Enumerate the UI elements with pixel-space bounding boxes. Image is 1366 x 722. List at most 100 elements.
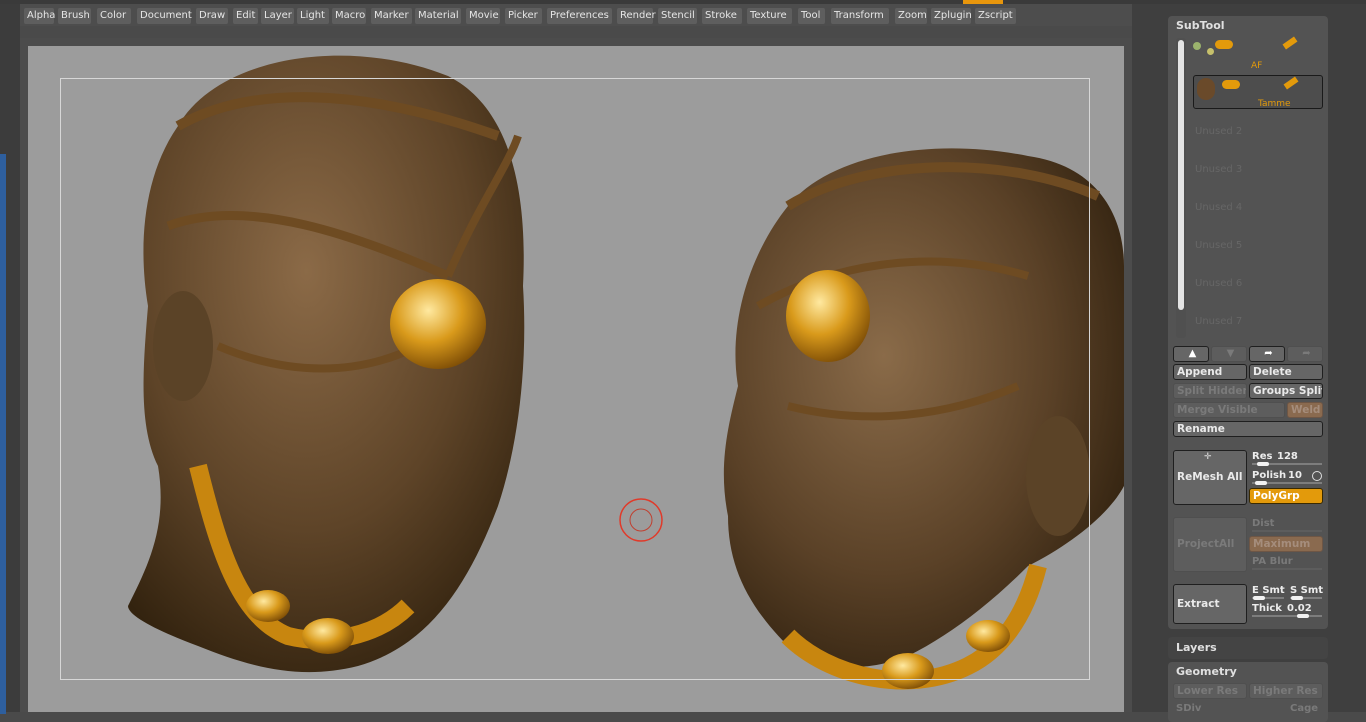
menu-item-color[interactable]: Color — [97, 8, 131, 24]
menu-item-edit[interactable]: Edit — [233, 8, 258, 24]
move-up-button[interactable]: ▲ — [1173, 346, 1209, 362]
extract-button[interactable]: Extract — [1173, 584, 1247, 624]
geometry-title[interactable]: Geometry — [1176, 665, 1237, 678]
polygrp-toggle[interactable]: PolyGrp — [1249, 488, 1323, 504]
menu-item-marker[interactable]: Marker — [371, 8, 412, 24]
polish-toggle-icon[interactable] — [1312, 471, 1322, 481]
brush-icon[interactable] — [1283, 76, 1299, 90]
subtool-label: Unused 3 — [1195, 164, 1243, 175]
weld-button[interactable]: Weld — [1287, 402, 1323, 418]
menu-item-zoom[interactable]: Zoom — [895, 8, 927, 24]
menu-item-texture[interactable]: Texture — [747, 8, 792, 24]
polish-label: Polish — [1252, 470, 1287, 481]
subtool-label: Unused 6 — [1195, 278, 1243, 289]
scroll-thumb[interactable] — [1178, 40, 1184, 310]
arrow-right-icon: ➦ — [1264, 348, 1273, 359]
ball-icon — [1207, 48, 1214, 55]
left-accent — [0, 154, 6, 714]
res-value: 128 — [1277, 451, 1298, 462]
subtool-scrollbar[interactable] — [1176, 38, 1186, 338]
menu-item-macro[interactable]: Macro — [332, 8, 366, 24]
e-smt-slider-handle[interactable] — [1253, 596, 1265, 600]
pa-blur-slider[interactable] — [1252, 568, 1322, 570]
menu-item-draw[interactable]: Draw — [196, 8, 228, 24]
subtool-slot-empty[interactable]: Unused 2 — [1193, 114, 1323, 148]
layers-title[interactable]: Layers — [1176, 641, 1217, 654]
delete-button[interactable]: Delete — [1249, 364, 1323, 380]
remesh-icon: ✛ — [1204, 452, 1212, 462]
subtool-slot-empty[interactable]: Unused 5 — [1193, 228, 1323, 262]
subtool-slot-empty[interactable]: Unused 3 — [1193, 152, 1323, 186]
append-button[interactable]: Append — [1173, 364, 1247, 380]
move-down-button[interactable]: ▼ — [1211, 346, 1247, 362]
subtool-label: Unused 4 — [1195, 202, 1243, 213]
subtool-label: Unused 2 — [1195, 126, 1243, 137]
arrow-down-icon: ▼ — [1226, 348, 1235, 359]
pa-blur-label: PA Blur — [1252, 556, 1293, 567]
lower-res-button[interactable]: Lower Res — [1173, 683, 1247, 699]
menu-item-movie[interactable]: Movie — [466, 8, 500, 24]
menu-item-stroke[interactable]: Stroke — [702, 8, 742, 24]
s-smt-label: S Smt — [1290, 585, 1324, 596]
split-hidden-button[interactable]: Split Hidden — [1173, 383, 1247, 399]
subtool-slot-tamme[interactable]: Tamme — [1193, 75, 1323, 109]
subtool-label: AF — [1251, 61, 1263, 71]
subtool-title[interactable]: SubTool — [1176, 19, 1225, 32]
visibility-toggle-icon[interactable] — [1222, 80, 1240, 89]
polish-slider-handle[interactable] — [1255, 481, 1267, 485]
dist-label: Dist — [1252, 518, 1275, 529]
subtool-label: Unused 7 — [1195, 316, 1243, 327]
subtool-slot-empty[interactable]: Unused 6 — [1193, 266, 1323, 300]
thick-slider-handle[interactable] — [1297, 614, 1309, 618]
rename-button[interactable]: Rename — [1173, 421, 1323, 437]
subtool-slot-empty[interactable]: Unused 7 — [1193, 304, 1323, 338]
visibility-toggle-icon[interactable] — [1215, 40, 1233, 49]
move-subtool-button[interactable]: ➦ — [1249, 346, 1285, 362]
menu-item-light[interactable]: Light — [297, 8, 329, 24]
menu-item-layer[interactable]: Layer — [261, 8, 294, 24]
menu-item-stencil[interactable]: Stencil — [658, 8, 697, 24]
brush-icon[interactable] — [1282, 36, 1298, 50]
document-border — [60, 78, 1090, 680]
move-subtool-back-button[interactable]: ➦ — [1287, 346, 1323, 362]
maximum-button[interactable]: Maximum — [1249, 536, 1323, 552]
menu-item-picker[interactable]: Picker — [505, 8, 542, 24]
menu-bar: Alpha Brush Color Document Draw Edit Layer Ligh… — [20, 4, 1132, 26]
merge-visible-button[interactable]: Merge Visible — [1173, 402, 1285, 418]
menu-item-brush[interactable]: Brush — [58, 8, 91, 24]
groups-split-button[interactable]: Groups Split — [1249, 383, 1323, 399]
polish-value: 10 — [1288, 470, 1302, 481]
menu-item-render[interactable]: Render — [617, 8, 656, 24]
remesh-all-label: ReMesh All — [1177, 471, 1243, 483]
ball-icon — [1193, 42, 1201, 50]
menu-item-zplugin[interactable]: Zplugin — [931, 8, 972, 24]
menu-item-tool[interactable]: Tool — [798, 8, 825, 24]
cage-label: Cage — [1290, 703, 1319, 714]
higher-res-button[interactable]: Higher Res — [1249, 683, 1323, 699]
dist-slider[interactable] — [1252, 530, 1322, 532]
thick-value: 0.02 — [1287, 603, 1312, 614]
document-canvas[interactable] — [28, 46, 1124, 712]
subtool-slot-af[interactable]: AF — [1193, 36, 1323, 72]
res-slider-handle[interactable] — [1257, 462, 1269, 466]
thick-slider[interactable] — [1252, 615, 1322, 617]
sdiv-label: SDiv — [1176, 703, 1202, 714]
menu-item-transform[interactable]: Transform — [831, 8, 889, 24]
menu-item-preferences[interactable]: Preferences — [547, 8, 612, 24]
left-edge — [0, 4, 20, 714]
menu-item-document[interactable]: Document — [137, 8, 192, 24]
brush-cursor-icon — [619, 498, 663, 542]
s-smt-slider-handle[interactable] — [1291, 596, 1303, 600]
thick-label: Thick — [1252, 603, 1282, 614]
project-all-button[interactable]: ProjectAll — [1173, 517, 1247, 572]
menu-item-material[interactable]: Material — [415, 8, 461, 24]
arrow-left-icon: ➦ — [1302, 348, 1311, 359]
head-thumbnail-icon — [1197, 78, 1215, 100]
menu-item-alpha[interactable]: Alpha — [24, 8, 55, 24]
subtool-label: Unused 5 — [1195, 240, 1243, 251]
arrow-up-icon: ▲ — [1188, 348, 1197, 359]
menu-item-zscript[interactable]: Zscript — [975, 8, 1016, 24]
subtool-label: Tamme — [1258, 99, 1291, 109]
subtool-slot-empty[interactable]: Unused 4 — [1193, 190, 1323, 224]
remesh-all-button[interactable]: ReMesh All ✛ — [1173, 450, 1247, 505]
